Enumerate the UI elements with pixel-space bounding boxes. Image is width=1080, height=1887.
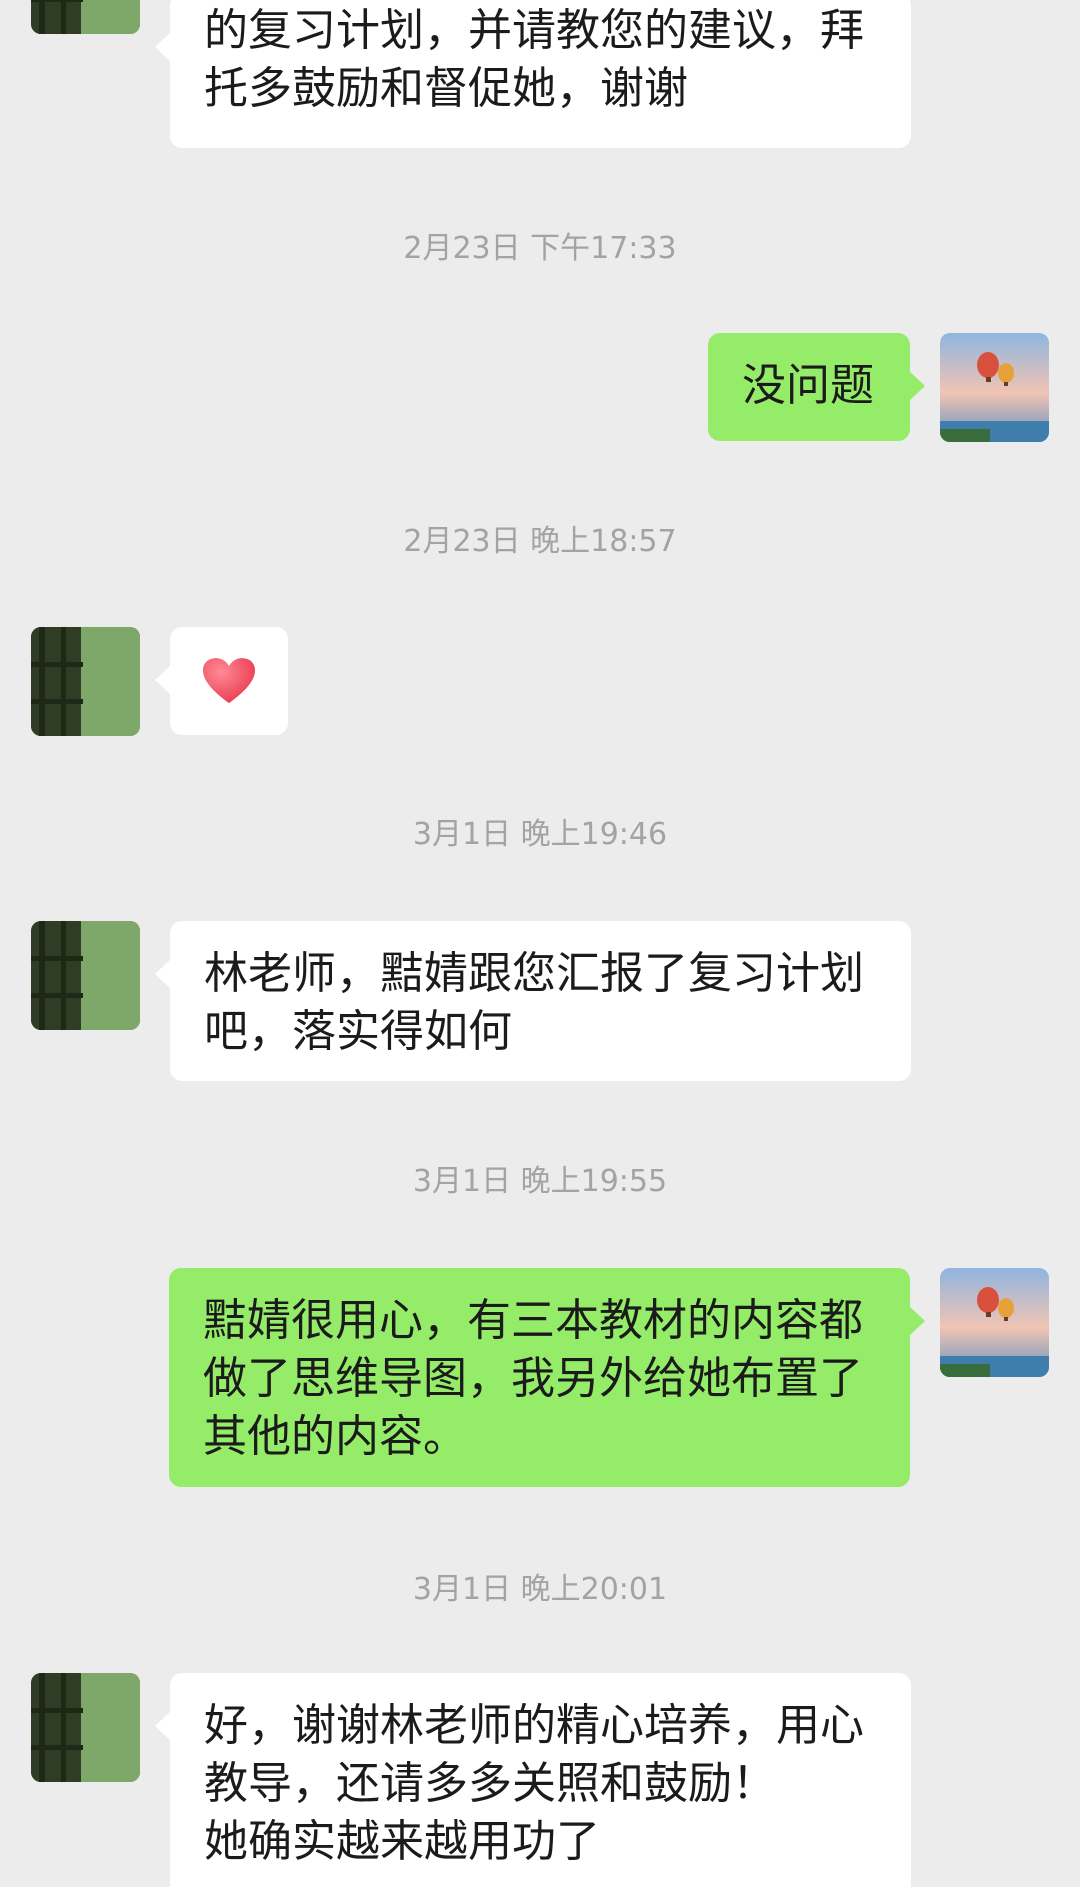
message-bubble[interactable]: 没问题	[708, 333, 925, 441]
contact-avatar[interactable]	[31, 0, 140, 34]
message-bubble[interactable]: 黠婧很用心，有三本教材的内容都做了思维导图，我另外给她布置了其他的内容。	[169, 1268, 925, 1487]
green-window-avatar-icon	[31, 627, 140, 736]
my-avatar[interactable]	[940, 333, 1049, 442]
my-avatar[interactable]	[940, 1268, 1049, 1377]
message-bubble[interactable]: 林老师，黠婧跟您汇报了复习计划吧，落实得如何	[155, 921, 911, 1081]
message-timestamp: 2月23日 下午17:33	[403, 231, 677, 266]
contact-avatar[interactable]	[31, 1673, 140, 1782]
chat-message-list[interactable]: 的复习计划，并请教您的建议，拜托多鼓励和督促她，谢谢 2月23日 下午17:33…	[0, 0, 1080, 1887]
message-timestamp: 3月1日 晚上19:55	[412, 1164, 668, 1199]
contact-avatar[interactable]	[31, 921, 140, 1030]
message-timestamp: 3月1日 晚上20:01	[412, 1572, 668, 1607]
green-window-avatar-icon	[31, 0, 140, 34]
contact-avatar[interactable]	[31, 627, 140, 736]
green-window-avatar-icon	[31, 921, 140, 1030]
hot-air-balloon-avatar-icon	[940, 333, 1049, 442]
hot-air-balloon-avatar-icon	[940, 1268, 1049, 1377]
heart-icon	[203, 657, 255, 703]
green-window-avatar-icon	[31, 1673, 140, 1782]
message-timestamp: 2月23日 晚上18:57	[403, 524, 677, 559]
sticker-bubble[interactable]	[155, 627, 288, 735]
message-timestamp: 3月1日 晚上19:46	[412, 817, 668, 852]
message-bubble[interactable]: 的复习计划，并请教您的建议，拜托多鼓励和督促她，谢谢	[155, 0, 911, 148]
message-bubble[interactable]: 好，谢谢林老师的精心培养，用心教导，还请多多关照和鼓励！ 她确实越来越用功了	[155, 1673, 911, 1887]
